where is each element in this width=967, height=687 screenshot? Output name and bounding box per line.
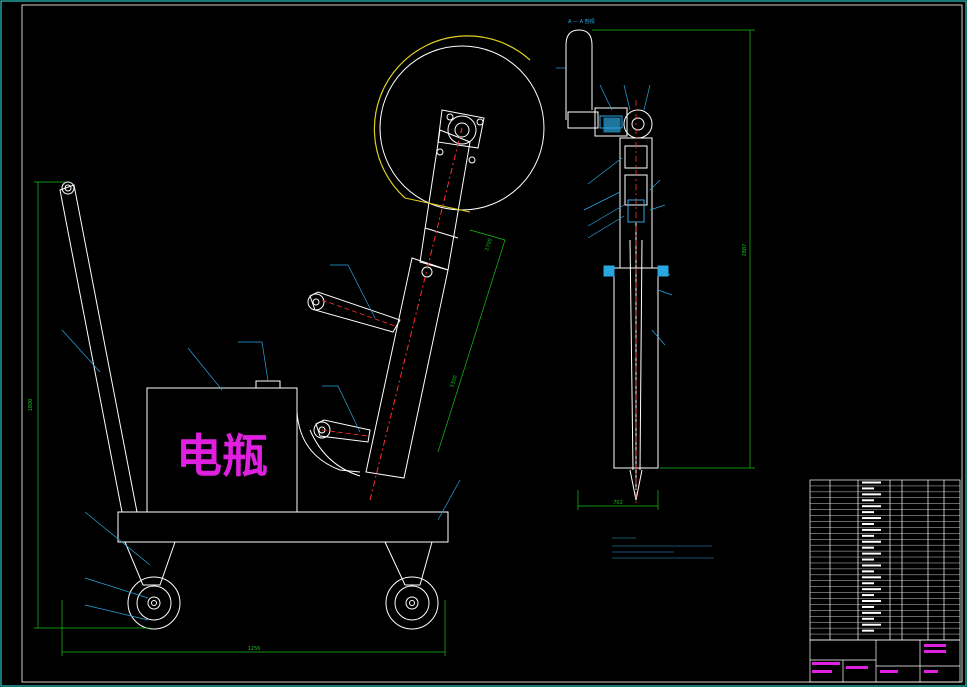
parts-list-entry-mark [862,594,874,597]
parts-list-entry-mark [862,534,874,537]
side-guard-hook [565,29,593,120]
section-label: A — A 剖视 [568,18,595,25]
parts-list-entry-mark [862,623,881,626]
parts-list-entry-mark [862,564,881,567]
parts-list-entry-mark [862,611,881,614]
parts-list-entry-mark [862,505,881,508]
handle-top-pin [61,181,75,195]
parts-list-entry-mark [862,617,874,620]
parts-list-entry-mark [862,552,881,555]
boom-lower [365,257,449,479]
parts-list-rows [810,481,960,635]
front-dimensions [34,181,506,656]
parts-list-entry-mark [862,570,874,573]
inner-frame [21,4,963,683]
dim-boom-length: 2700 [484,238,494,252]
parts-list-entry-mark [862,499,874,502]
parts-list-entry-mark [862,511,874,514]
lower-side-arm [315,419,371,443]
dim-side-width: 702 [613,500,623,506]
parts-list-entry-mark [862,522,874,525]
cart-handle [59,184,138,513]
battery-terminal [255,380,281,389]
front-view [59,45,545,630]
parts-list-entry-mark [862,493,881,496]
parts-list-entry-mark [862,588,881,591]
parts-list-entry-mark [862,487,874,490]
dim-overall-width: 1256 [248,646,261,652]
parts-list-entry-mark [862,629,874,632]
parts-list-entry-mark [862,481,881,484]
parts-list-entry-mark [862,582,874,585]
outer-frame [0,0,967,687]
parts-list [809,479,961,641]
parts-list-entry-mark [862,540,881,543]
parts-list-entry-mark [862,546,874,549]
side-view [565,29,669,501]
dim-side-height: 2887 [742,244,748,257]
parts-list-entry-mark [862,528,881,531]
dim-overall-height: 1800 [28,399,34,412]
tech-notes [612,537,714,559]
parts-list-entry-mark [862,576,881,579]
cad-drawing-canvas: 电瓶 1800 1256 2700 3300 2887 702 A — A 剖视 [0,0,967,687]
parts-list-entry-mark [862,600,881,603]
right-wheel-bracket [384,541,433,586]
boom-upper [419,129,471,271]
cart-base [117,511,449,543]
title-block-marks [812,644,946,673]
parts-list-entry-mark [862,605,874,608]
battery-label: 电瓶 [176,429,268,483]
parts-list-entry-mark [862,517,881,520]
left-wheel-bracket [124,541,176,586]
dim-boom-lower: 3300 [449,375,459,389]
blade-guard [373,35,531,199]
parts-list-entry-mark [862,558,874,561]
